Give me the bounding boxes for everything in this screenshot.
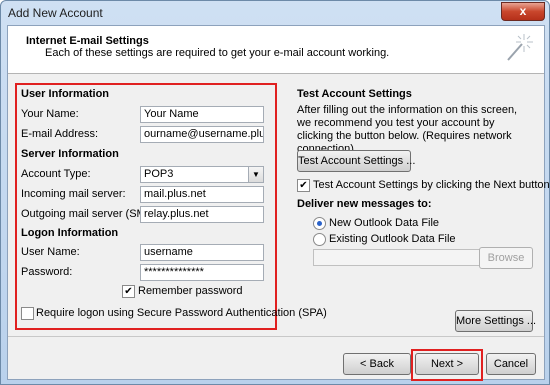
email-address-field[interactable]: ourname@username.plus.com	[140, 126, 264, 143]
outgoing-server-field[interactable]: relay.plus.net	[140, 206, 264, 223]
test-account-settings-heading: Test Account Settings	[297, 88, 412, 100]
server-information-heading: Server Information	[21, 148, 119, 160]
chevron-down-icon[interactable]: ▼	[248, 167, 263, 182]
your-name-label: Your Name:	[21, 108, 79, 120]
account-type-label: Account Type:	[21, 168, 91, 180]
user-information-heading: User Information	[21, 88, 110, 100]
account-type-select[interactable]: POP3 ▼	[140, 166, 264, 183]
spa-checkbox[interactable]	[21, 307, 34, 320]
user-name-field[interactable]: username	[140, 244, 264, 261]
dialog-header: Internet E-mail Settings Each of these s…	[8, 26, 544, 74]
back-button[interactable]: < Back	[343, 353, 411, 375]
auto-test-checkbox[interactable]: ✔	[297, 179, 310, 192]
cancel-button[interactable]: Cancel	[486, 353, 536, 375]
wizard-wand-icon	[507, 34, 533, 61]
browse-button[interactable]: Browse	[479, 247, 533, 269]
new-data-file-label: New Outlook Data File	[329, 217, 440, 229]
incoming-server-field[interactable]: mail.plus.net	[140, 186, 264, 203]
window-title: Add New Account	[8, 6, 103, 20]
test-account-settings-button[interactable]: Test Account Settings ...	[297, 150, 415, 172]
password-field[interactable]: **************	[140, 264, 264, 281]
remember-password-label: Remember password	[138, 285, 243, 297]
more-settings-button[interactable]: More Settings ...	[455, 310, 536, 332]
existing-data-file-label: Existing Outlook Data File	[329, 233, 456, 245]
account-type-value: POP3	[144, 168, 174, 180]
email-address-label: E-mail Address:	[21, 128, 99, 140]
auto-test-label: Test Account Settings by clicking the Ne…	[313, 179, 550, 191]
existing-data-file-radio[interactable]	[313, 233, 326, 246]
test-account-description: After filling out the information on thi…	[297, 104, 518, 155]
password-label: Password:	[21, 266, 73, 278]
existing-data-file-path[interactable]	[313, 249, 481, 266]
header-subtitle: Each of these settings are required to g…	[45, 47, 390, 59]
new-data-file-radio[interactable]	[313, 217, 326, 230]
title-bar[interactable]: Add New Account x	[1, 1, 549, 25]
logon-information-heading: Logon Information	[21, 227, 119, 239]
spa-label: Require logon using Secure Password Auth…	[36, 307, 327, 319]
button-separator	[8, 336, 544, 337]
deliver-messages-heading: Deliver new messages to:	[297, 198, 432, 210]
header-title: Internet E-mail Settings	[26, 35, 149, 47]
add-new-account-window: Add New Account x Internet E-mail Settin…	[0, 0, 550, 385]
close-icon: x	[519, 4, 527, 18]
dialog-client-area: Internet E-mail Settings Each of these s…	[7, 25, 550, 381]
remember-password-checkbox[interactable]: ✔	[122, 285, 135, 298]
close-button[interactable]: x	[501, 2, 545, 21]
incoming-server-label: Incoming mail server:	[21, 188, 126, 200]
next-button[interactable]: Next >	[415, 353, 479, 375]
user-name-label: User Name:	[21, 246, 80, 258]
your-name-field[interactable]: Your Name	[140, 106, 264, 123]
